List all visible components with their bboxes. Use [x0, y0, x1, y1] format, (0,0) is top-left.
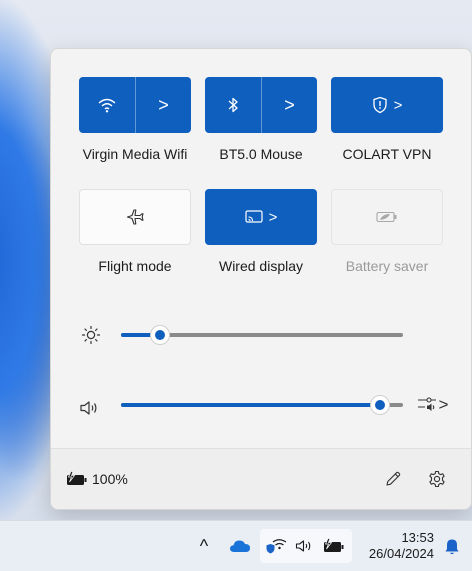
- wifi-tile[interactable]: >: [79, 77, 191, 133]
- quick-settings-panel: > Virgin Media Wifi > BT5.0 Mouse > COLA…: [50, 48, 472, 510]
- taskbar: ^ 13:53 26/04/2024: [0, 520, 472, 571]
- flight-mode-tile[interactable]: [79, 189, 191, 245]
- wifi-icon: [98, 98, 116, 113]
- clock[interactable]: 13:53 26/04/2024: [356, 530, 434, 562]
- settings-button[interactable]: [425, 467, 449, 491]
- volume-slider[interactable]: [121, 395, 403, 415]
- bluetooth-icon: [228, 97, 238, 113]
- battery-charging-icon: [324, 538, 344, 552]
- tile-label-wifi: Virgin Media Wifi: [82, 146, 188, 162]
- vpn-shield-icon: [372, 96, 387, 114]
- pencil-icon: [386, 471, 401, 486]
- gear-icon: [429, 470, 445, 488]
- tile-label-vpn: COLART VPN: [342, 146, 432, 162]
- wired-display-tile[interactable]: >: [205, 189, 317, 245]
- clock-date: 26/04/2024: [368, 546, 434, 561]
- wifi-expand-button[interactable]: >: [135, 77, 191, 133]
- chevron-right-icon: >: [393, 96, 403, 114]
- edit-quick-settings-button[interactable]: [381, 467, 405, 491]
- bell-icon: [445, 539, 459, 555]
- battery-percent: 100%: [92, 471, 128, 487]
- chevron-right-icon: >: [268, 208, 278, 226]
- quick-settings-footer: 100%: [51, 448, 471, 509]
- notifications-button[interactable]: [442, 537, 462, 557]
- battery-saver-icon: [376, 211, 397, 223]
- brightness-slider-thumb[interactable]: [150, 325, 170, 345]
- tile-label-flight-mode: Flight mode: [98, 258, 172, 274]
- tile-label-wired-display: Wired display: [218, 258, 304, 274]
- bluetooth-expand-button[interactable]: >: [261, 77, 317, 133]
- chevron-up-icon: ^: [199, 535, 209, 556]
- vpn-tile[interactable]: >: [331, 77, 443, 133]
- volume-slider-thumb[interactable]: [370, 395, 390, 415]
- cast-icon: [245, 210, 263, 223]
- bluetooth-tile[interactable]: >: [205, 77, 317, 133]
- tile-label-battery-saver: Battery saver: [345, 258, 429, 274]
- bluetooth-toggle-button[interactable]: [205, 77, 261, 133]
- volume-slider-fill: [121, 403, 380, 407]
- battery-status-button[interactable]: 100%: [65, 467, 128, 491]
- chevron-right-icon: >: [438, 395, 449, 414]
- volume-mixer-icon: [417, 397, 436, 411]
- onedrive-icon[interactable]: [228, 536, 252, 556]
- wifi-vpn-icon: [266, 539, 287, 554]
- system-tray-status-group[interactable]: [260, 529, 352, 563]
- chevron-right-icon: >: [284, 95, 295, 115]
- brightness-icon: [79, 323, 103, 347]
- tile-label-bluetooth: BT5.0 Mouse: [219, 146, 303, 162]
- battery-charging-icon: [67, 471, 87, 485]
- volume-mixer-button[interactable]: >: [413, 392, 451, 418]
- battery-saver-tile[interactable]: [331, 189, 443, 245]
- speaker-icon: [295, 540, 311, 552]
- clock-time: 13:53: [401, 530, 434, 545]
- chevron-right-icon: >: [158, 95, 169, 115]
- airplane-icon: [126, 209, 144, 225]
- speaker-icon[interactable]: [77, 396, 103, 420]
- wifi-toggle-button[interactable]: [79, 77, 135, 133]
- show-hidden-icons-button[interactable]: ^: [194, 535, 214, 557]
- brightness-slider[interactable]: [121, 325, 403, 345]
